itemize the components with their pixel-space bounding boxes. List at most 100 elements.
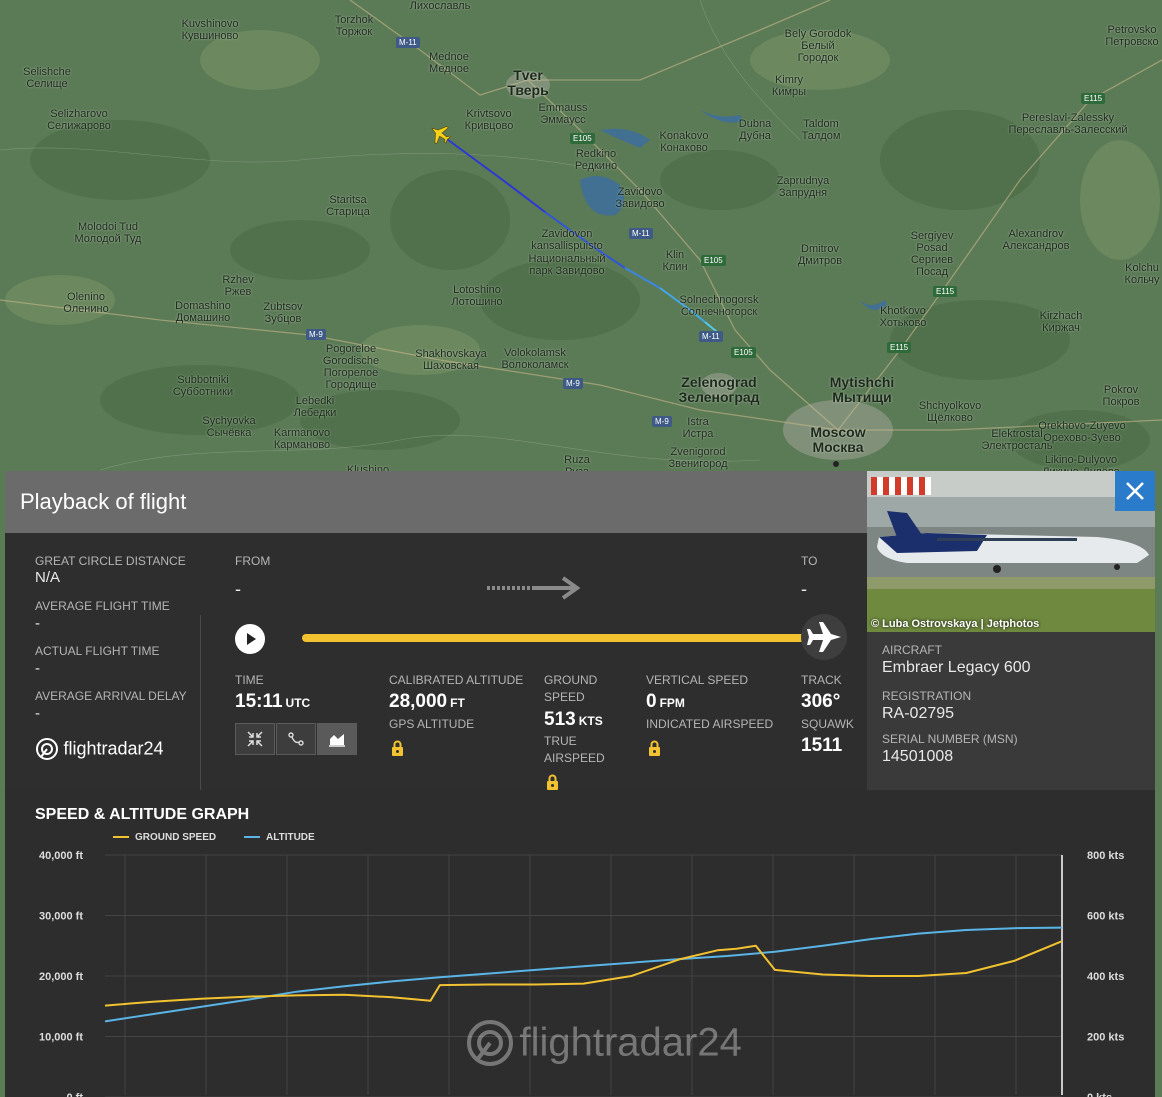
panel-header: Playback of flight [5,471,867,533]
map-city-label: Dubna Дубна [738,118,772,142]
lock-icon [547,774,558,790]
time-value: 15:11 [235,691,283,712]
flightradar24-logo: flightradar24 [35,737,164,763]
calibrated-altitude-label: CALIBRATED ALTITUDE [389,673,524,687]
time-unit: UTC [285,696,311,710]
radar-logo-icon [36,738,58,760]
map-city-label: Khotkovo Хотьково [879,305,927,329]
lock-icon [392,740,403,756]
to-label: TO [801,554,818,568]
indicated-airspeed-label: INDICATED AIRSPEED [646,717,774,731]
map-city-label: Pokrov Покров [1102,384,1140,408]
play-button[interactable] [235,624,265,654]
vertical-speed-value: 0 [646,691,657,712]
track-value: 306° [801,691,841,712]
map-city-label: Krivtsovo Кривцово [464,108,514,132]
photo-credit[interactable]: © Luba Ostrovskaya | Jetphotos [871,618,1039,630]
aircraft-label: AIRCRAFT [882,643,942,657]
road-shield: M-11 [629,228,653,239]
road-shield: E105 [570,133,595,144]
map-city-label: Molodoi Tud Молодой Туд [74,221,142,245]
flight-info: GREAT CIRCLE DISTANCE N/A AVERAGE FLIGHT… [5,533,867,827]
close-icon [1126,482,1144,500]
map-city-label: Tver Тверь [507,67,549,98]
ground-speed-row: 513 KTS [544,709,603,731]
road-shield: E115 [887,342,912,353]
map-city-label: Kirzhach Киржач [1039,310,1083,334]
registration-value: RA-02795 [882,705,955,722]
gps-altitude-label: GPS ALTITUDE [389,717,475,731]
map-city-label: Zubtsov Зубцов [263,301,303,325]
map-city-label: Zavidovon kansallispuisto [531,228,603,252]
map-city-label: Kuvshinovo Кувшиново [181,18,239,42]
map-city-label: Orekhovo-Zuyevo Орехово-Зуево [1038,420,1126,444]
map-city-label: Domashino Домашино [175,300,231,324]
map-city-label: Staritsa Старица [326,194,370,218]
serial-value: 14501008 [882,748,954,765]
map-city-label: Konakovo Конаково [659,130,709,154]
map-city-label: Torzhok Торжок [334,14,374,38]
playback-panel: Playback of flight © Luba Ostrovskaya | … [5,471,1155,1097]
map-city-label: Zelenograd Зеленоград [678,374,760,405]
close-button[interactable] [1115,471,1155,511]
map-city-label: Mednoe Медное [429,51,469,75]
map-city-label: Selishche Селище [23,66,71,90]
route-view-button[interactable] [276,723,316,755]
track-label: TRACK [801,673,842,687]
registration-label: REGISTRATION [882,689,972,703]
map-city-label: Zavidovo Завидово [615,186,665,210]
radar-logo-icon [467,1020,513,1066]
playback-progress-fill [302,634,822,642]
map-city-label: Sychyovka Сычёвка [202,415,256,439]
from-label: FROM [235,554,271,568]
map-city-label: Subbotniki Субботники [172,374,234,398]
map-city-label: Moscow Москва [810,424,866,455]
playback-handle[interactable] [801,614,847,660]
map-city-label: Kolchu Кольчу [1124,262,1160,286]
map-city-label: Pereslavl-Zalessky Переславль-Залесский [1008,112,1128,136]
avg-arrival-delay-label: AVERAGE ARRIVAL DELAY [35,689,187,703]
map-city-label: Dmitrov Дмитров [797,243,843,267]
altitude-series-line [104,926,1063,1023]
serial-label: SERIAL NUMBER (MSN) [882,732,1018,746]
time-value-row: 15:11 UTC [235,691,310,713]
vertical-speed-unit: FPM [659,696,685,710]
aircraft-photo-image [867,471,1155,632]
ground-speed-label: GROUND SPEED [544,673,598,704]
map-city-label: Shchyolkovo Щёлково [918,400,982,424]
map-city-label: Национальный парк Завидово [528,253,606,277]
y-right-tick-label: 200 kts [1087,1032,1124,1044]
y-left-tick-label: 30,000 ft [39,911,83,923]
calibrated-altitude-row: 28,000 FT [389,691,465,713]
map-city-label: Redkino Редкино [574,148,618,172]
map-city-label: Volokolamsk Волоколамск [501,347,569,371]
playback-track[interactable] [302,634,822,642]
vertical-speed-label: VERTICAL SPEED [646,673,749,687]
y-left-tick-label: 20,000 ft [39,971,83,983]
map-city-label: Pogoreloe Gorodische Погорелое Городище [322,343,380,391]
to-value: - [801,579,807,599]
road-shield: E115 [933,286,958,297]
map-city-label: Zaprudnya Запрудня [776,175,830,199]
ground-speed-series-line [104,940,1063,1007]
map-city-label: Lotoshino Лотошино [451,284,503,308]
map-city-label: Zvenigorod Звенигород [668,446,728,470]
y-right-tick-label: 800 kts [1087,850,1124,862]
aircraft-value: Embraer Legacy 600 [882,659,1031,676]
y-left-tick-label: 40,000 ft [39,850,83,862]
area-chart-icon [329,734,345,747]
road-shield: M-9 [563,378,583,389]
squawk-value: 1511 [801,735,843,756]
map-city-label: Emmauss Эммаусс [538,102,588,126]
map-city-label: Istra Истра [682,416,714,440]
aircraft-photo[interactable]: © Luba Ostrovskaya | Jetphotos [867,471,1155,632]
map-city-label: Kimry Кимры [771,74,807,98]
graph-view-button[interactable] [317,723,357,755]
aircraft-details: AIRCRAFT Embraer Legacy 600 REGISTRATION… [867,632,1155,790]
map-city-label: Sergiyev Posad Сергиев Посад [910,230,954,278]
road-shield: M-9 [652,416,672,427]
y-right-tick-label: 0 kts [1087,1092,1112,1097]
y-left-tick-label: 10,000 ft [39,1032,83,1044]
fit-view-button[interactable] [235,723,275,755]
map-city-label: Solnechnogorsk Солнечногорск [679,294,759,318]
